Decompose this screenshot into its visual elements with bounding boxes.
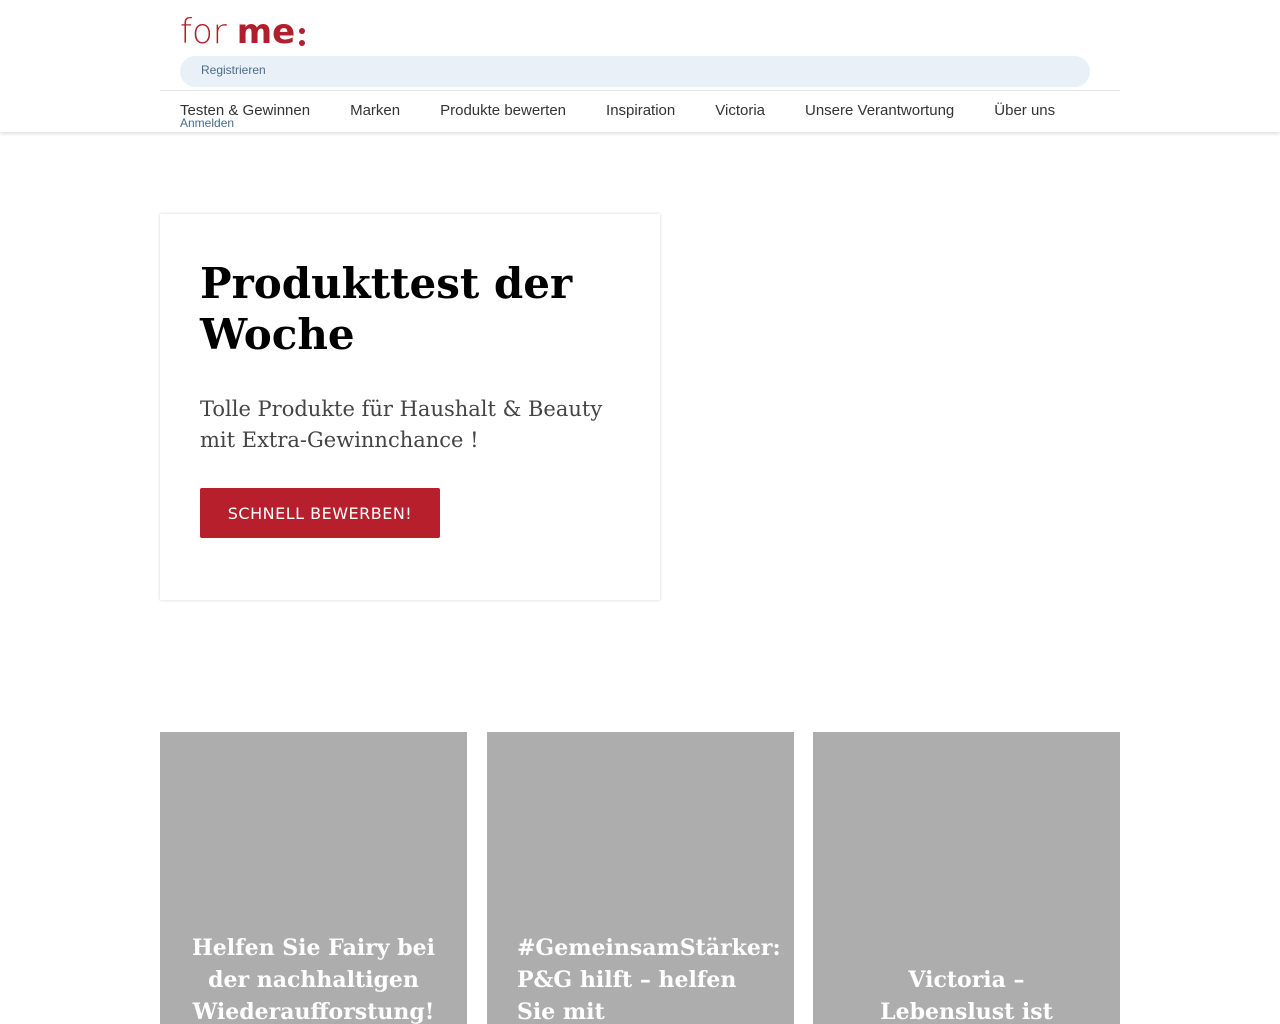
teaser-title: #GemeinsamStärker: P&G hilft – helfen Si… xyxy=(517,935,781,1024)
teaser-title: Helfen Sie Fairy bei der nachhaltigen Wi… xyxy=(192,935,435,1024)
hero-title: Produkttest der Woche xyxy=(200,259,573,359)
site-header: for me Registrieren Testen & Gewinnen Ma… xyxy=(0,0,1280,132)
teaser-tile-fairy[interactable]: Helfen Sie Fairy bei der nachhaltigen Wi… xyxy=(160,732,467,1024)
teaser-tile-gemeinsam-staerker[interactable]: #GemeinsamStärker: P&G hilft – helfen Si… xyxy=(487,732,794,1024)
forme-logo[interactable]: for me xyxy=(180,12,308,52)
teaser-title: Victoria – Lebenslust ist zeitlos xyxy=(880,967,1053,1024)
search-bar[interactable]: Registrieren xyxy=(180,56,1090,87)
main-nav: Testen & Gewinnen Marken Produkte bewert… xyxy=(180,100,1095,124)
nav-item-victoria[interactable]: Victoria xyxy=(715,100,765,124)
logo-colon-icon xyxy=(298,12,308,52)
nav-item-inspiration[interactable]: Inspiration xyxy=(606,100,675,124)
nav-item-produkte-bewerten[interactable]: Produkte bewerten xyxy=(440,100,566,124)
nav-item-unsere-verantwortung[interactable]: Unsere Verantwortung xyxy=(805,100,954,124)
login-link[interactable]: Anmelden xyxy=(180,116,234,130)
logo-text-for: for xyxy=(180,12,227,52)
teaser-tile-victoria[interactable]: Victoria – Lebenslust ist zeitlos xyxy=(813,732,1120,1024)
hero-subtitle: Tolle Produkte für Haushalt & Beauty mit… xyxy=(200,397,603,452)
apply-now-button[interactable]: SCHNELL BEWERBEN! xyxy=(200,488,440,538)
logo-text-me: me xyxy=(236,12,296,52)
nav-item-ueber-uns[interactable]: Über uns xyxy=(994,100,1055,124)
nav-item-marken[interactable]: Marken xyxy=(350,100,400,124)
hero-card: Produkttest der Woche Tolle Produkte für… xyxy=(160,214,660,600)
header-divider xyxy=(160,90,1120,91)
register-link[interactable]: Registrieren xyxy=(201,63,266,77)
